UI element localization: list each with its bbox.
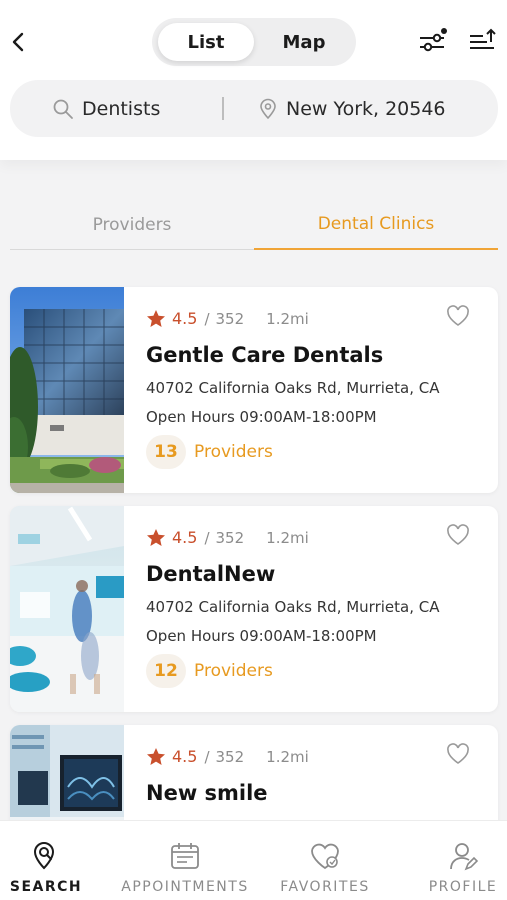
distance: 1.2mi (266, 747, 309, 766)
nav-label: APPOINTMENTS (121, 879, 249, 895)
clinic-photo (10, 506, 124, 712)
calendar-icon (171, 843, 199, 869)
clinic-name[interactable]: New smile (146, 781, 268, 805)
star-icon (147, 529, 165, 546)
search-divider (222, 97, 224, 120)
clinic-hours: Open Hours 09:00AM-18:00PM (146, 627, 377, 645)
clinic-address: 40702 California Oaks Rd, Murrieta, CA (146, 598, 440, 616)
list-map-toggle: List Map (152, 18, 356, 66)
clinic-meta: 4.5 / 352 1.2mi (146, 309, 309, 328)
search-bar: Dentists New York, 20546 (10, 80, 498, 137)
tab-providers[interactable]: Providers (10, 200, 254, 250)
search-location-icon (33, 842, 55, 870)
nav-profile[interactable]: PROFILE (422, 821, 504, 900)
clinic-photo (10, 287, 124, 493)
review-count: 352 (215, 747, 245, 766)
map-toggle-option[interactable]: Map (256, 23, 352, 61)
heart-icon (447, 524, 469, 545)
filter-sliders-icon (420, 28, 447, 52)
filter-button[interactable] (417, 26, 449, 56)
nav-label: SEARCH (9, 879, 83, 895)
bottom-navigation: SEARCH APPOINTMENTS FAVORITES PROFILE (0, 820, 507, 900)
heart-icon (311, 843, 339, 870)
clinic-card[interactable]: 4.5 / 352 1.2mi Gentle Care Dentals 4070… (10, 287, 498, 493)
tab-dental-clinics[interactable]: Dental Clinics (254, 200, 498, 250)
search-query-field[interactable]: Dentists (52, 80, 160, 137)
review-count: 352 (215, 309, 245, 328)
result-tabs: Providers Dental Clinics (10, 200, 499, 252)
clinic-card[interactable]: 4.5 / 352 1.2mi DentalNew 40702 Californ… (10, 506, 498, 712)
sort-icon (470, 28, 496, 49)
search-icon (53, 99, 73, 119)
favorite-button[interactable] (446, 743, 470, 765)
location-field[interactable]: New York, 20546 (258, 80, 446, 137)
nav-label: FAVORITES (280, 879, 370, 895)
review-count: 352 (215, 528, 245, 547)
rating-value: 4.5 (172, 528, 198, 547)
chevron-left-icon (12, 32, 24, 52)
location-text: New York, 20546 (286, 97, 446, 120)
heart-icon (447, 743, 469, 764)
sort-button[interactable] (467, 26, 499, 56)
providers-count-badge: 13 (146, 435, 186, 469)
user-icon (450, 843, 479, 871)
clinic-meta: 4.5 / 352 1.2mi (146, 747, 309, 766)
search-query-text: Dentists (82, 97, 161, 120)
list-toggle-option[interactable]: List (158, 23, 254, 61)
nav-search[interactable]: SEARCH (8, 821, 84, 900)
nav-favorites[interactable]: FAVORITES (272, 821, 378, 900)
back-button[interactable] (6, 28, 30, 56)
heart-icon (447, 305, 469, 326)
clinic-name[interactable]: Gentle Care Dentals (146, 343, 383, 367)
star-icon (147, 748, 165, 765)
rating-value: 4.5 (172, 747, 198, 766)
providers-link[interactable]: 13 Providers (146, 435, 273, 469)
rating-separator: / (204, 309, 210, 328)
distance: 1.2mi (266, 309, 309, 328)
distance: 1.2mi (266, 528, 309, 547)
top-bar: List Map Dentists New York, 20546 (0, 0, 507, 160)
rating-separator: / (204, 528, 210, 547)
clinic-name[interactable]: DentalNew (146, 562, 275, 586)
clinic-address: 40702 California Oaks Rd, Murrieta, CA (146, 379, 440, 397)
clinic-hours: Open Hours 09:00AM-18:00PM (146, 408, 377, 426)
rating-separator: / (204, 747, 210, 766)
providers-link[interactable]: 12 Providers (146, 654, 273, 688)
rating-value: 4.5 (172, 309, 198, 328)
nav-label: PROFILE (428, 879, 498, 895)
favorite-button[interactable] (446, 524, 470, 546)
providers-count-badge: 12 (146, 654, 186, 688)
providers-label: Providers (194, 442, 273, 462)
nav-appointments[interactable]: APPOINTMENTS (113, 821, 257, 900)
location-pin-icon (260, 98, 276, 119)
star-icon (147, 310, 165, 327)
favorite-button[interactable] (446, 305, 470, 327)
clinic-meta: 4.5 / 352 1.2mi (146, 528, 309, 547)
providers-label: Providers (194, 661, 273, 681)
